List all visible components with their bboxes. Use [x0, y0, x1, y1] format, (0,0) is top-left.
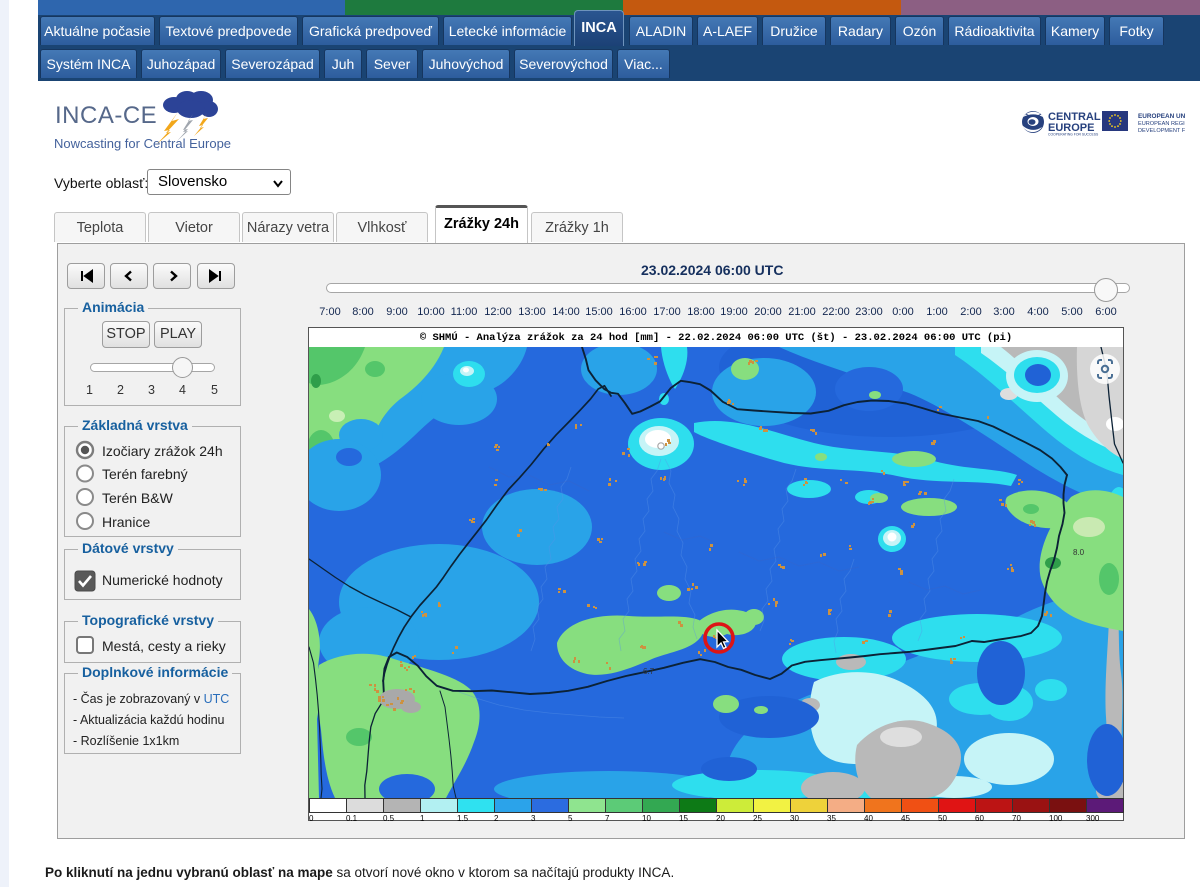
svg-text:EUROPEAN REGIONAL: EUROPEAN REGIONAL — [1138, 121, 1185, 127]
svg-text:DEVELOPMENT FUND: DEVELOPMENT FUND — [1138, 128, 1185, 134]
svg-text:8.0: 8.0 — [1073, 548, 1085, 557]
svg-text:COOPERATING FOR SUCCESS: COOPERATING FOR SUCCESS — [1048, 133, 1099, 137]
svg-text:6.7: 6.7 — [643, 667, 655, 676]
svg-text:EUROPEAN UNION: EUROPEAN UNION — [1138, 113, 1185, 120]
